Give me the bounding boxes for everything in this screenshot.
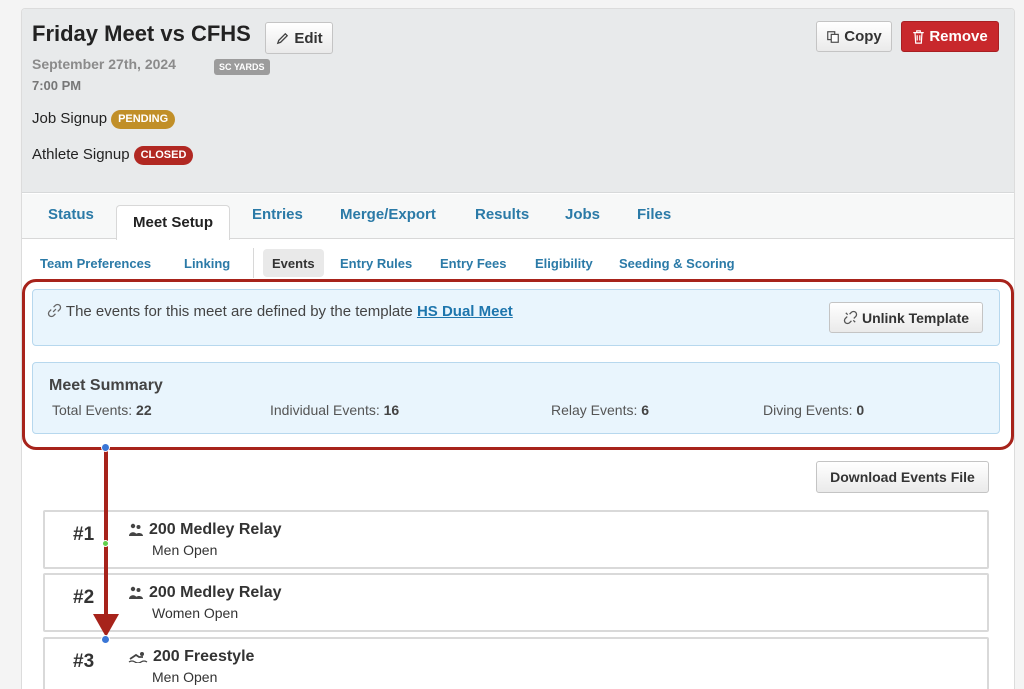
annotation-arrow: [93, 448, 119, 637]
arrow-start-handle[interactable]: [101, 443, 110, 452]
arrow-mid-handle[interactable]: [102, 540, 109, 547]
arrow-end-handle[interactable]: [101, 635, 110, 644]
page: Friday Meet vs CFHS Edit Copy Remove Sep…: [0, 0, 1024, 689]
